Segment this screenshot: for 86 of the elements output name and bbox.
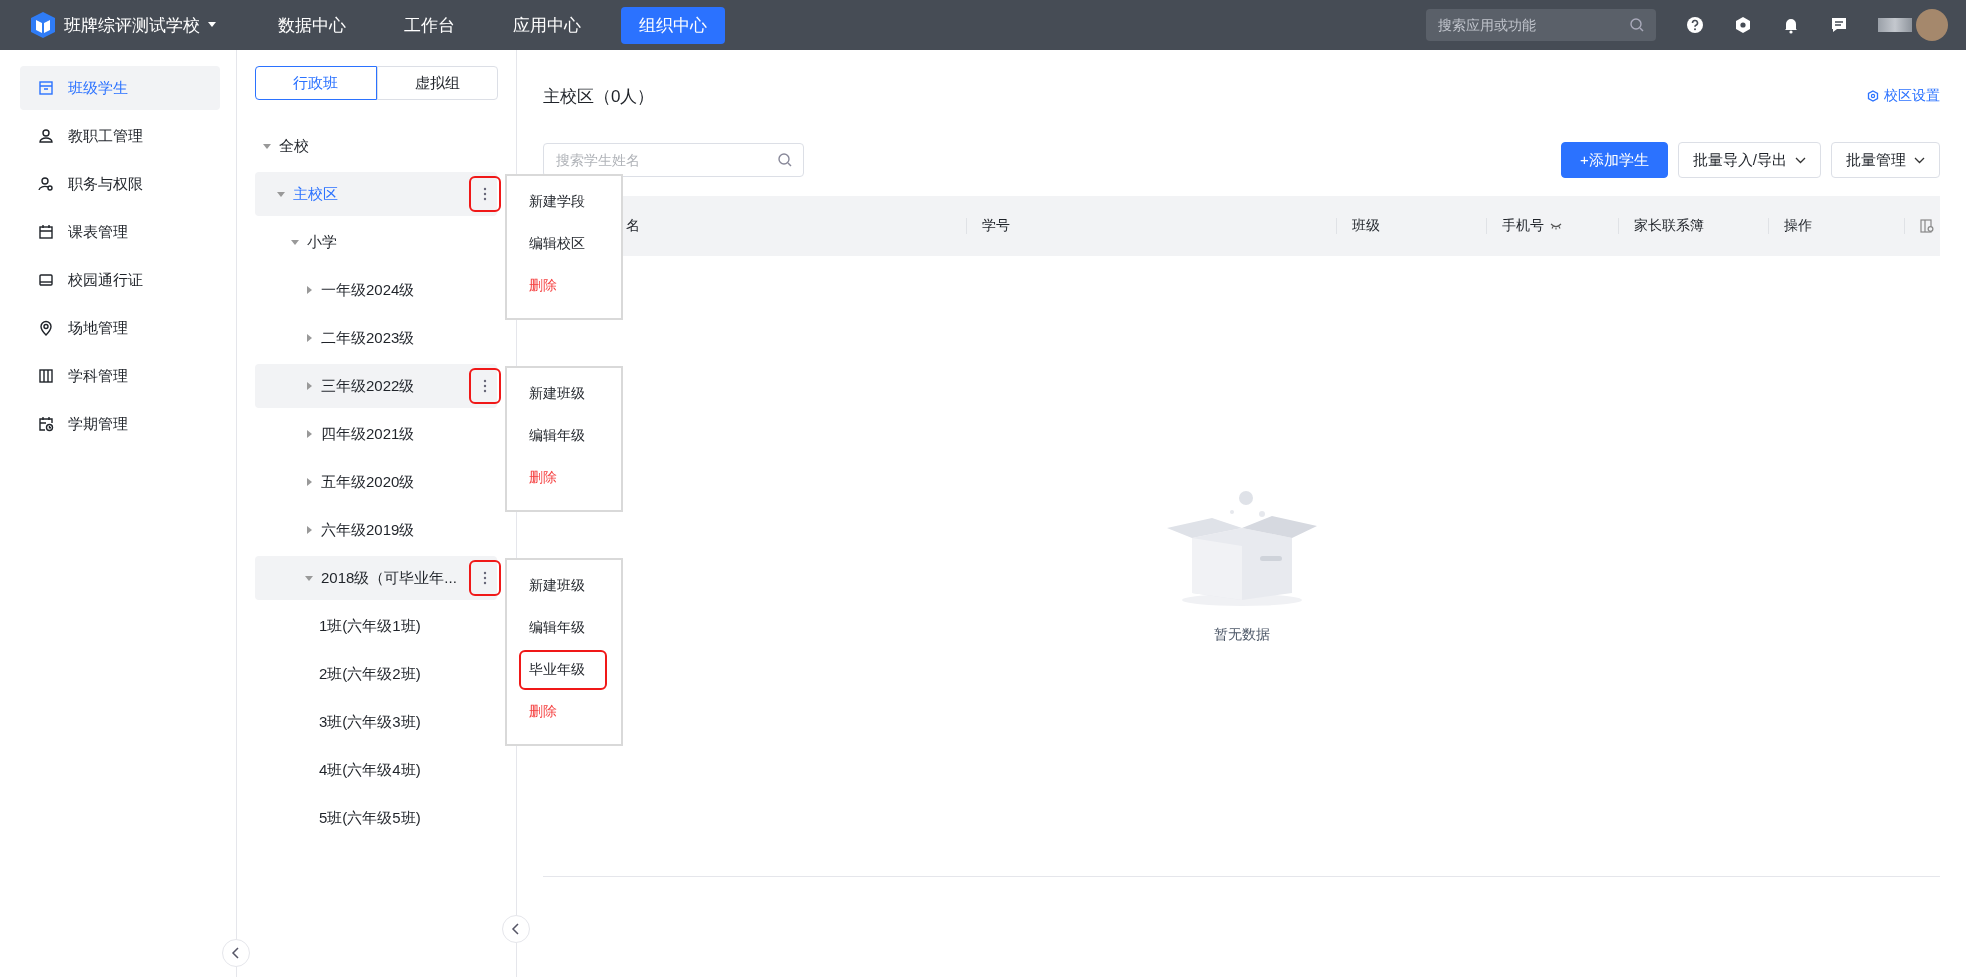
sidebar-item[interactable]: 校园通行证 [20, 258, 220, 302]
tree-node[interactable]: 1班(六年级1班) [319, 616, 421, 636]
more-button[interactable] [469, 560, 501, 596]
schedule-icon [38, 224, 54, 240]
sidebar-item[interactable]: 职务与权限 [20, 162, 220, 206]
sidebar-item[interactable]: 学科管理 [20, 354, 220, 398]
tree-node[interactable]: 4班(六年级4班) [319, 760, 421, 780]
more-icon [483, 571, 487, 585]
caret-icon[interactable] [208, 22, 216, 28]
menu-item[interactable]: 新建学段 [519, 182, 607, 222]
pass-icon [38, 272, 54, 288]
page-title: 主校区（0人） [543, 85, 656, 108]
nav-tab[interactable]: 数据中心 [260, 6, 364, 44]
column-settings-icon[interactable] [1920, 219, 1934, 233]
chevron-down-icon [1914, 156, 1925, 164]
chevron-left-icon [511, 923, 521, 935]
search-field[interactable]: 搜索学生姓名 [543, 143, 804, 177]
avatar[interactable] [1916, 9, 1948, 41]
tree-node[interactable]: 一年级2024级 [321, 280, 415, 300]
more-button[interactable] [469, 176, 501, 212]
empty-state-text: 暂无数据 [1213, 626, 1270, 644]
menu-item[interactable]: 编辑年级 [519, 608, 607, 648]
search-icon [1630, 18, 1644, 32]
sidebar-item[interactable]: 学期管理 [20, 402, 220, 446]
tab[interactable]: 行政班 [255, 66, 377, 100]
tree-node[interactable]: 六年级2019级 [321, 520, 415, 540]
chevron-down-icon [1795, 156, 1806, 164]
nav-tab[interactable]: 组织中心 [621, 6, 725, 44]
logo-icon [30, 11, 56, 39]
more-icon [483, 379, 487, 393]
column-header: 操作 [1784, 217, 1812, 235]
venue-icon [38, 320, 54, 336]
menu-item[interactable]: 删除 [519, 266, 607, 306]
tab[interactable]: 虚拟组 [376, 66, 498, 100]
sidebar-item[interactable]: 场地管理 [20, 306, 220, 350]
menu-item[interactable]: 删除 [519, 692, 607, 732]
tree-node[interactable]: 3班(六年级3班) [319, 712, 421, 732]
menu-item[interactable]: 新建班级 [519, 566, 607, 606]
tree-node[interactable]: 二年级2023级 [321, 328, 415, 348]
tree-node[interactable]: 全校 [279, 136, 309, 156]
more-icon [483, 187, 487, 201]
settings-icon[interactable] [1734, 16, 1752, 34]
search-icon [778, 153, 792, 167]
help-icon[interactable] [1686, 16, 1704, 34]
blurred-name-block [1878, 18, 1912, 32]
tree-node[interactable]: 三年级2022级 [321, 376, 415, 396]
column-header: 手机号 [1502, 217, 1544, 235]
term-icon [38, 416, 54, 432]
dropdown-button[interactable]: 批量管理 [1831, 142, 1940, 178]
menu-item[interactable]: 编辑年级 [519, 416, 607, 456]
more-button[interactable] [469, 368, 501, 404]
column-header: 班级 [1352, 217, 1380, 235]
add-button[interactable]: +添加学生 [1561, 142, 1668, 178]
search-field[interactable]: 搜索应用或功能 [1426, 9, 1656, 41]
eye-closed-icon[interactable] [1550, 222, 1562, 230]
staff-icon [38, 128, 54, 144]
settings-icon [1867, 90, 1879, 102]
nav-tab[interactable]: 应用中心 [495, 6, 599, 44]
chevron-left-icon [231, 947, 241, 959]
menu-item[interactable]: 删除 [519, 458, 607, 498]
menu-item[interactable]: 毕业年级 [519, 650, 607, 690]
subject-icon [38, 368, 54, 384]
menu-item[interactable]: 新建班级 [519, 374, 607, 414]
sidebar-item[interactable]: 班级学生 [20, 66, 220, 110]
school-name[interactable]: 班牌综评测试学校 [64, 13, 200, 37]
dropdown-button[interactable]: 批量导入/导出 [1677, 142, 1821, 178]
column-header: 学号 [982, 217, 1010, 235]
class-icon [38, 80, 54, 96]
column-header: 名 [626, 217, 640, 235]
column-header: 家长联系簿 [1634, 217, 1704, 235]
nav-tab[interactable]: 工作台 [386, 6, 473, 44]
sidebar-item[interactable]: 教职工管理 [20, 114, 220, 158]
tree-node[interactable]: 五年级2020级 [321, 472, 415, 492]
message-icon[interactable] [1830, 16, 1848, 34]
sidebar-item[interactable]: 课表管理 [20, 210, 220, 254]
tree-node[interactable]: 主校区 [293, 184, 338, 204]
menu-item[interactable]: 编辑校区 [519, 224, 607, 264]
campus-settings-link[interactable]: 校区设置 [1867, 87, 1940, 105]
tree-node[interactable]: 四年级2021级 [321, 424, 415, 444]
role-icon [38, 176, 54, 192]
tree-node[interactable]: 小学 [307, 232, 337, 252]
tree-node[interactable]: 2班(六年级2班) [319, 664, 421, 684]
collapse-sidebar-button[interactable] [222, 939, 250, 967]
tree-node[interactable]: 5班(六年级5班) [319, 808, 421, 828]
collapse-tree-button[interactable] [502, 915, 530, 943]
tree-node[interactable]: 2018级（可毕业年... [321, 568, 457, 588]
